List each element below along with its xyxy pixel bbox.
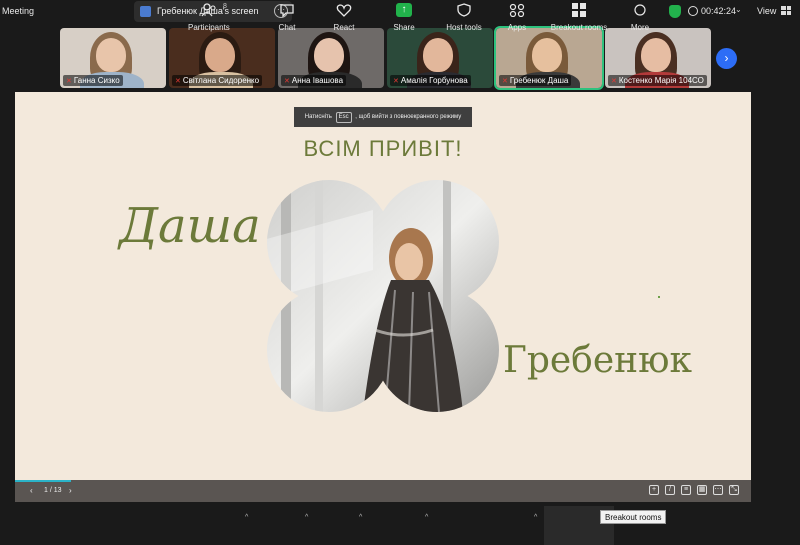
breakout-tooltip: Breakout rooms — [600, 510, 667, 524]
slide-dot — [658, 296, 660, 298]
participant-tile[interactable]: ✕ Ганна Сизко — [60, 28, 166, 88]
grid-view-icon[interactable]: ▦ — [697, 485, 707, 495]
muted-mic-icon: ✕ — [393, 78, 399, 85]
exit-fullscreen-icon[interactable]: ⤡ — [729, 485, 739, 495]
share-screen-icon: ↑ — [396, 3, 412, 17]
view-button[interactable]: View — [757, 6, 776, 16]
participant-name: Амалія Горбунова — [400, 76, 468, 85]
meeting-toolbar — [0, 506, 800, 545]
participant-name: Анна Івашова — [291, 76, 344, 85]
breakout-rooms-button[interactable]: Breakout rooms — [548, 3, 610, 32]
participants-count: 8 — [223, 3, 227, 10]
participant-name: Світлана Сидоренко — [182, 76, 260, 85]
heart-icon — [336, 4, 352, 17]
next-slide-button[interactable]: › — [69, 486, 72, 495]
participant-name-tag: ✕ Світлана Сидоренко — [172, 75, 263, 86]
muted-mic-icon: ✕ — [502, 78, 508, 85]
security-shield-icon[interactable] — [669, 5, 681, 18]
participants-button[interactable]: 8 Participants — [188, 3, 230, 32]
pen-icon[interactable]: / — [665, 485, 675, 495]
participant-tile[interactable]: ✕ Анна Івашова — [278, 28, 384, 88]
next-participants-button[interactable]: › — [716, 48, 737, 69]
slide-progress-bar — [15, 480, 71, 482]
participant-tile[interactable]: ✕ Амалія Горбунова — [387, 28, 493, 88]
participants-caret[interactable]: ^ — [245, 514, 248, 521]
view-grid-icon[interactable] — [781, 6, 791, 15]
esc-key-label: Esc — [335, 112, 352, 123]
participant-name: Костенко Марія 104СО — [618, 76, 704, 85]
react-caret[interactable]: ^ — [359, 514, 362, 521]
app-title: Meeting — [2, 6, 35, 16]
shared-slide: Натисніть Esc , щоб вийти з повноекранно… — [15, 92, 751, 480]
participant-name: Гребенюк Даша — [509, 76, 569, 85]
participant-name: Ганна Сизко — [73, 76, 120, 85]
share-button[interactable]: ↑ Share — [390, 3, 418, 32]
react-button[interactable]: React — [330, 3, 358, 32]
participant-face — [96, 38, 126, 72]
options-icon[interactable]: ⋯ — [713, 485, 723, 495]
participant-face — [532, 38, 562, 72]
share-caret[interactable]: ^ — [425, 514, 428, 521]
chat-icon — [280, 4, 294, 17]
muted-mic-icon: ✕ — [611, 78, 617, 85]
slide-first-name: Даша — [119, 198, 261, 254]
participant-face — [205, 38, 235, 72]
previous-slide-button[interactable]: ‹ — [30, 486, 33, 495]
host-tools-button[interactable]: Host tools — [444, 3, 484, 32]
participants-icon — [201, 3, 216, 17]
slide-last-name: Гребенюк — [503, 340, 692, 381]
apps-caret[interactable]: ^ — [534, 514, 537, 521]
more-button[interactable]: More — [628, 3, 652, 32]
participant-strip: ✕ Ганна Сизко ✕ Світлана Сидоренко ✕ Анна Іва… — [60, 26, 720, 90]
apps-icon — [509, 3, 525, 17]
slide-page-indicator: 1 / 13 — [44, 487, 62, 494]
screen-share-icon — [140, 6, 151, 17]
slide-greeting: ВСІМ ПРИВІТ! — [303, 136, 463, 161]
participant-tile[interactable]: ✕ Костенко Марія 104СО — [605, 28, 711, 88]
participant-face — [423, 38, 453, 72]
apps-button[interactable]: Apps — [504, 3, 530, 32]
chat-button[interactable]: Chat — [275, 3, 299, 32]
more-dots-icon — [634, 4, 646, 16]
exit-fullscreen-hint: Натисніть Esc , щоб вийти з повноекранно… — [294, 107, 472, 127]
presenter-photo — [267, 180, 499, 412]
participant-name-tag: ✕ Ганна Сизко — [63, 75, 123, 86]
breakout-grid-icon — [572, 3, 586, 17]
participant-tile[interactable]: ✕ Світлана Сидоренко — [169, 28, 275, 88]
timer-dropdown[interactable]: ⌄ — [735, 5, 742, 14]
muted-mic-icon: ✕ — [284, 78, 290, 85]
participant-name-tag: ✕ Гребенюк Даша — [499, 75, 572, 86]
participant-name-tag: ✕ Амалія Горбунова — [390, 75, 471, 86]
muted-mic-icon: ✕ — [66, 78, 72, 85]
participant-name-tag: ✕ Анна Івашова — [281, 75, 347, 86]
participant-name-tag: ✕ Костенко Марія 104СО — [608, 75, 707, 86]
participant-face — [314, 38, 344, 72]
meeting-timer: 00:42:24 — [701, 6, 737, 16]
participant-tile[interactable]: ✕ Гребенюк Даша — [494, 26, 604, 90]
chat-caret[interactable]: ^ — [305, 514, 308, 521]
subtitles-icon[interactable]: ≡ — [681, 485, 691, 495]
slide-tools: + / ≡ ▦ ⋯ ⤡ — [649, 485, 739, 495]
participant-face — [641, 38, 671, 72]
zoom-icon[interactable]: + — [649, 485, 659, 495]
slide-control-bar: ‹ 1 / 13 › + / ≡ ▦ ⋯ ⤡ — [15, 480, 751, 502]
muted-mic-icon: ✕ — [175, 78, 181, 85]
shield-icon — [457, 3, 471, 17]
timer-icon — [688, 6, 698, 16]
